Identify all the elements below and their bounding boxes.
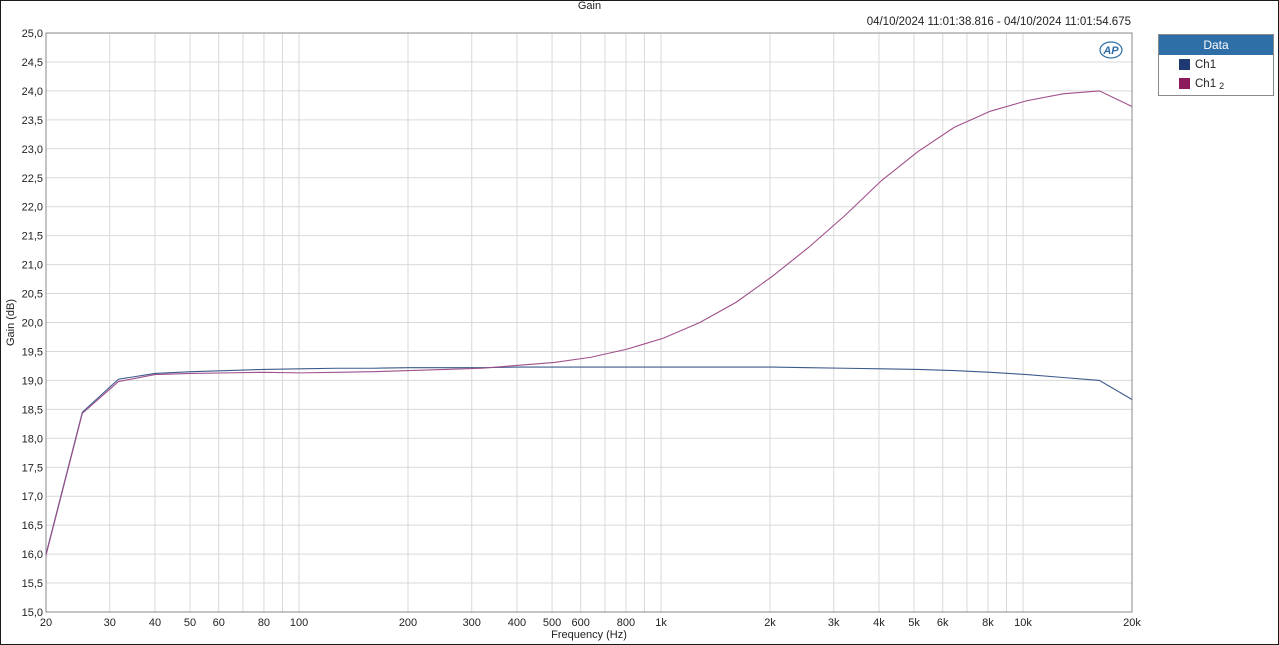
y-tick-label: 24,0 xyxy=(22,86,43,98)
y-tick-label: 19,0 xyxy=(22,375,43,387)
chart-canvas: 15,015,516,016,517,017,518,018,519,019,5… xyxy=(5,28,1141,641)
x-tick-label: 300 xyxy=(463,617,481,629)
x-tick-label: 4k xyxy=(873,617,885,629)
y-tick-label: 21,5 xyxy=(22,231,43,243)
legend-title: Data xyxy=(1159,35,1273,55)
y-tick-label: 15,5 xyxy=(22,578,43,590)
x-tick-label: 20k xyxy=(1123,617,1141,629)
svg-text:AP: AP xyxy=(1102,45,1119,57)
y-tick-label: 25,0 xyxy=(22,28,43,40)
y-tick-label: 23,5 xyxy=(22,115,43,127)
measurement-timestamp: 04/10/2024 11:01:38.816 - 04/10/2024 11:… xyxy=(866,16,1131,28)
y-tick-label: 22,5 xyxy=(22,173,43,185)
x-tick-label: 5k xyxy=(908,617,920,629)
legend-label-ch1-2: Ch1 xyxy=(1195,77,1217,90)
y-tick-label: 22,0 xyxy=(22,202,43,214)
legend-sub-ch1-2: 2 xyxy=(1219,80,1225,91)
x-tick-label: 20 xyxy=(40,617,52,629)
x-tick-label: 6k xyxy=(937,617,949,629)
legend-panel: Data Ch1 Ch1 2 xyxy=(1158,34,1274,96)
legend-swatch-ch1 xyxy=(1179,59,1190,70)
x-tick-label: 40 xyxy=(149,617,161,629)
y-tick-label: 18,0 xyxy=(22,433,43,445)
y-tick-label: 24,5 xyxy=(22,57,43,69)
x-tick-label: 60 xyxy=(213,617,225,629)
legend-swatch-ch1-2 xyxy=(1179,78,1190,89)
x-tick-label: 2k xyxy=(764,617,776,629)
legend-item-ch1-2[interactable]: Ch1 2 xyxy=(1159,74,1273,93)
x-tick-label: 8k xyxy=(982,617,994,629)
x-tick-label: 3k xyxy=(828,617,840,629)
x-tick-label: 200 xyxy=(399,617,417,629)
x-tick-label: 50 xyxy=(184,617,196,629)
x-tick-label: 30 xyxy=(104,617,116,629)
y-tick-label: 16,0 xyxy=(22,549,43,561)
y-tick-label: 17,5 xyxy=(22,462,43,474)
y-tick-label: 21,0 xyxy=(22,260,43,272)
x-tick-label: 10k xyxy=(1014,617,1032,629)
x-axis-label: Frequency (Hz) xyxy=(551,629,627,641)
x-tick-label: 600 xyxy=(572,617,590,629)
chart-title: Gain xyxy=(577,0,602,12)
x-tick-label: 100 xyxy=(290,617,308,629)
x-tick-label: 1k xyxy=(655,617,667,629)
x-tick-label: 80 xyxy=(258,617,270,629)
y-tick-label: 20,0 xyxy=(22,318,43,330)
legend-item-ch1[interactable]: Ch1 xyxy=(1159,55,1273,74)
x-tick-label: 400 xyxy=(508,617,526,629)
ap-logo-icon: AP xyxy=(1099,41,1123,59)
y-tick-label: 23,0 xyxy=(22,144,43,156)
legend-label-ch1: Ch1 xyxy=(1195,58,1217,71)
y-tick-label: 20,5 xyxy=(22,289,43,301)
y-axis-label: Gain (dB) xyxy=(5,299,17,346)
x-tick-label: 500 xyxy=(543,617,561,629)
y-tick-label: 17,0 xyxy=(22,491,43,503)
y-tick-label: 16,5 xyxy=(22,520,43,532)
x-tick-label: 800 xyxy=(617,617,635,629)
y-tick-label: 19,5 xyxy=(22,346,43,358)
y-tick-label: 18,5 xyxy=(22,404,43,416)
